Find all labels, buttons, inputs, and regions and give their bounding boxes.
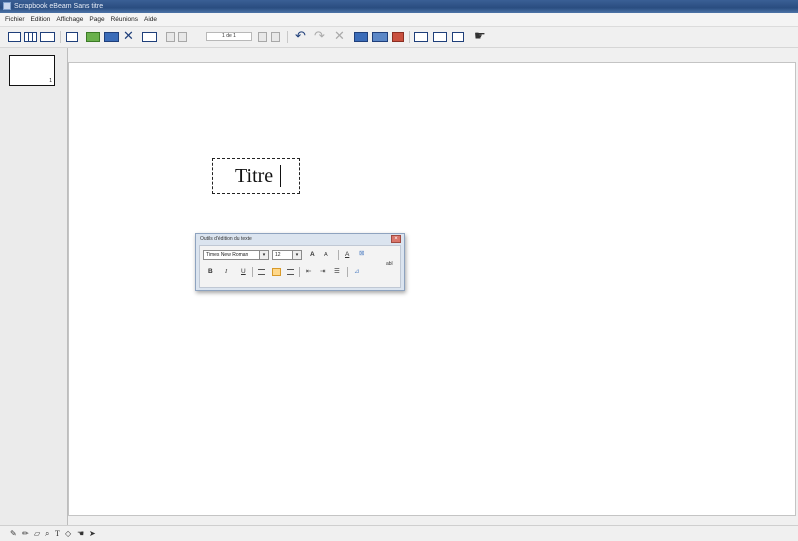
new-page-icon[interactable] <box>66 32 78 42</box>
hand-icon[interactable]: ☛ <box>474 29 486 43</box>
text-tools-window: Outils d'édition du texte × Times New Ro… <box>195 233 405 291</box>
pen-icon[interactable]: ✎ <box>10 528 17 539</box>
display-icon[interactable] <box>414 32 428 42</box>
page-thumbnail[interactable]: 1 <box>9 55 55 86</box>
text-cursor <box>280 165 281 187</box>
text-tool-button[interactable]: T <box>55 528 60 539</box>
underline-button[interactable]: U <box>241 268 246 276</box>
paste-icon[interactable] <box>372 32 388 42</box>
menu-affichage[interactable]: Affichage <box>53 13 86 26</box>
previous-page-icon[interactable] <box>178 32 187 42</box>
text-tools-title: Outils d'édition du texte <box>200 236 252 242</box>
indent-decrease-icon[interactable]: ⇤ <box>306 268 311 276</box>
title-bar: Scrapbook eBeam Sans titre <box>0 0 798 13</box>
next-page-icon[interactable] <box>258 32 267 42</box>
bullet-list-icon[interactable]: ☰ <box>334 268 340 276</box>
screen-capture-icon[interactable] <box>104 32 119 42</box>
window-title: Scrapbook eBeam Sans titre <box>14 3 104 10</box>
menu-reunions[interactable]: Réunions <box>108 13 141 26</box>
italic-button[interactable]: I <box>225 268 227 276</box>
whiteboard-canvas[interactable]: Titre <box>68 62 796 516</box>
page-thumbnails-panel: 1 <box>0 48 68 525</box>
print-icon[interactable] <box>392 32 404 42</box>
full-view-icon[interactable] <box>40 32 55 42</box>
hand-pointer-icon[interactable]: ☚ <box>77 528 84 539</box>
menu-bar: Fichier Edition Affichage Page Réunions Aide <box>0 13 798 27</box>
shrink-font-button[interactable]: A <box>324 251 328 259</box>
last-page-icon[interactable] <box>271 32 280 42</box>
align-right-icon[interactable] <box>287 269 294 275</box>
text-style-icon[interactable]: abl <box>386 260 393 268</box>
grid-view-icon[interactable] <box>24 32 37 42</box>
font-family-select[interactable]: Times New Roman ▾ <box>203 250 269 260</box>
close-icon[interactable]: × <box>391 235 401 243</box>
menu-aide[interactable]: Aide <box>141 13 160 26</box>
page-indicator: 1 de 1 <box>206 32 252 41</box>
first-page-icon[interactable] <box>166 32 175 42</box>
import-image-icon[interactable] <box>86 32 100 42</box>
font-size-select[interactable]: 12 ▾ <box>272 250 302 260</box>
font-family-value: Times New Roman <box>206 252 249 258</box>
text-tools-body: Times New Roman ▾ 12 ▾ A A A ⊠ abl B I U… <box>199 245 401 288</box>
text-box[interactable]: Titre <box>212 158 300 194</box>
align-center-icon[interactable] <box>272 268 281 276</box>
thumbnail-number: 1 <box>49 78 52 84</box>
font-size-value: 12 <box>275 252 281 258</box>
redo-icon[interactable]: ↷ <box>314 29 325 43</box>
screen-icon[interactable] <box>452 32 464 42</box>
grow-font-button[interactable]: A <box>310 251 315 259</box>
menu-edition[interactable]: Edition <box>28 13 54 26</box>
text-tools-header[interactable]: Outils d'édition du texte × <box>196 234 404 244</box>
window-icon[interactable] <box>433 32 447 42</box>
menu-page[interactable]: Page <box>86 13 107 26</box>
font-color-icon[interactable]: A <box>345 251 349 259</box>
text-content: Titre <box>235 165 274 187</box>
delete-page-icon[interactable]: ✕ <box>123 29 134 43</box>
chevron-down-icon[interactable]: ▾ <box>292 251 301 259</box>
zoom-icon[interactable]: ⌕ <box>45 528 49 539</box>
chevron-down-icon[interactable]: ▾ <box>259 251 268 259</box>
shape-icon[interactable]: ◇ <box>65 528 71 539</box>
select-arrow-icon[interactable]: ➤ <box>89 528 96 539</box>
highlighter-icon[interactable]: ✏ <box>22 528 29 539</box>
eraser-icon[interactable]: ▱ <box>34 528 40 539</box>
clear-icon[interactable]: ✕ <box>334 29 345 43</box>
duplicate-page-icon[interactable] <box>142 32 157 42</box>
single-view-icon[interactable] <box>8 32 21 42</box>
clear-format-icon[interactable]: ⊠ <box>359 250 364 258</box>
undo-icon[interactable]: ↶ <box>295 29 306 43</box>
menu-fichier[interactable]: Fichier <box>2 13 28 26</box>
indent-increase-icon[interactable]: ⇥ <box>320 268 325 276</box>
align-left-icon[interactable] <box>258 269 265 275</box>
main-toolbar: ✕ 1 de 1 ↶ ↷ ✕ ☛ <box>0 27 798 48</box>
copy-icon[interactable] <box>354 32 368 42</box>
tool-strip: ✎ ✏ ▱ ⌕ T ◇ ☚ ➤ <box>0 525 798 541</box>
insert-icon[interactable]: ⊿ <box>354 268 359 276</box>
bold-button[interactable]: B <box>208 268 213 276</box>
app-icon <box>3 2 11 10</box>
